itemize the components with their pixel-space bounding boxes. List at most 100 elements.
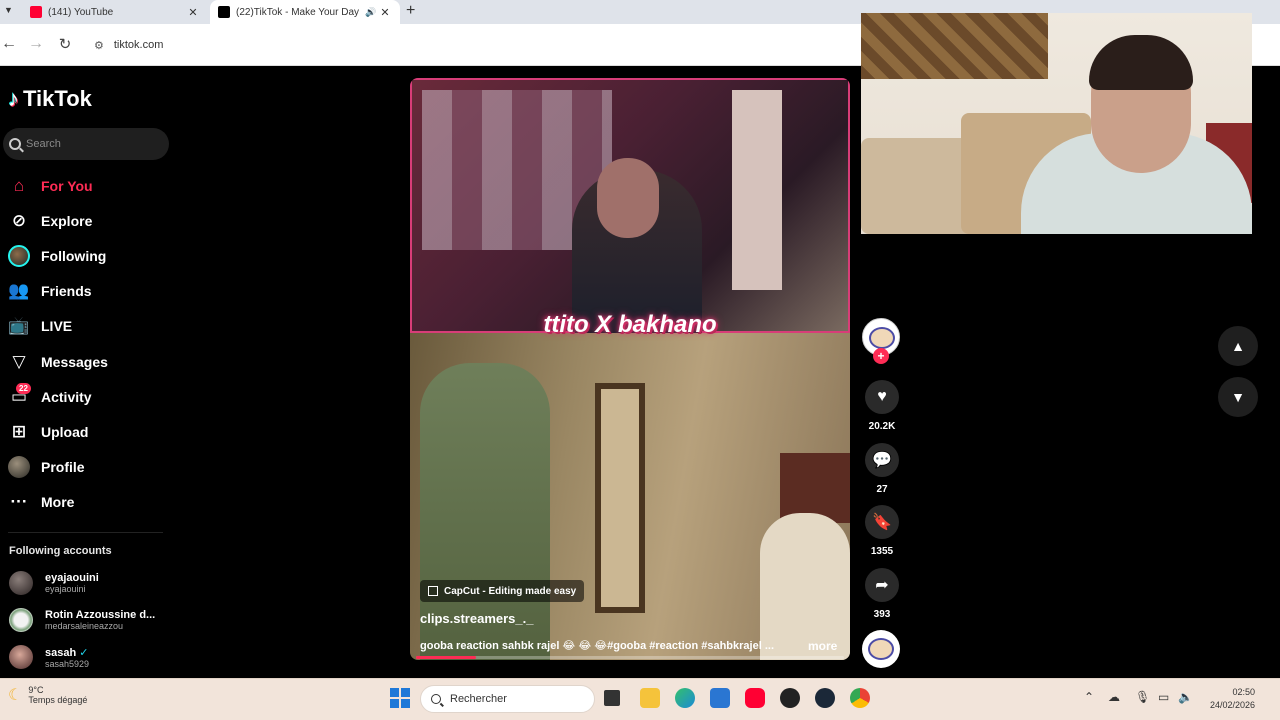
account-item[interactable]: Rotin Azzoussine d... medarsaleineazzou [9, 608, 179, 632]
avatar [9, 571, 33, 595]
save-button[interactable]: 🔖 1355 [862, 505, 902, 557]
app-icon[interactable] [780, 688, 800, 708]
profile-avatar-icon [8, 456, 30, 479]
tab-search-icon[interactable]: ▼ [4, 5, 13, 15]
account-name: eyajaouini [45, 572, 99, 584]
webcam-overlay [861, 13, 1252, 234]
clock[interactable]: 02:50 24/02/2026 [1200, 686, 1255, 712]
capcut-label[interactable]: CapCut - Editing made easy [420, 580, 585, 602]
back-arrow-icon[interactable]: ← [0, 35, 18, 53]
activity-icon: ▭ 22 [8, 382, 31, 408]
nav-label: Explore [41, 212, 93, 229]
tiktok-note-icon: ♪ [8, 86, 19, 111]
account-item[interactable]: sasah ✓ sasah5929 [9, 645, 179, 669]
share-button[interactable]: ➦ 393 [862, 568, 902, 620]
nav-for-you[interactable]: ⌂ For You [8, 168, 178, 203]
site-settings-icon[interactable]: ⚙ [94, 39, 104, 52]
tiktok-sidebar: ♪ TikTok ⌂ For You ⊘ Explore Following 👥… [0, 66, 180, 678]
nav-upload[interactable]: ⊞ Upload [8, 414, 178, 449]
video-username[interactable]: clips.streamers_._ [420, 611, 533, 626]
nav-friends[interactable]: 👥 Friends [8, 274, 178, 309]
nav-label: Activity [41, 388, 92, 405]
store-icon[interactable] [710, 688, 730, 708]
network-icon[interactable]: ▭ [1158, 690, 1169, 704]
nav-label: Messages [41, 353, 108, 370]
tab-tiktok[interactable]: (22)TikTok - Make Your Day 🔊 ✕ [210, 0, 400, 24]
file-explorer-icon[interactable] [640, 688, 660, 708]
steam-icon[interactable] [815, 688, 835, 708]
tiktok-logo[interactable]: ♪ TikTok [8, 86, 92, 112]
following-accounts-title: Following accounts [9, 545, 112, 557]
follow-plus-icon[interactable]: + [873, 348, 889, 364]
nav-profile[interactable]: Profile [8, 450, 178, 485]
new-tab-button[interactable]: + [406, 2, 415, 20]
friends-icon: 👥 [8, 281, 30, 301]
search-icon [9, 138, 21, 150]
avatar [9, 608, 33, 632]
edge-icon[interactable] [675, 688, 695, 708]
account-item[interactable]: eyajaouini eyajaouini [9, 571, 179, 595]
video-progress-bar[interactable] [416, 656, 844, 659]
nav-live[interactable]: 📺 LIVE [8, 309, 178, 344]
start-button[interactable] [390, 688, 410, 708]
tiktok-icon [218, 6, 230, 18]
weather-widget[interactable]: ☾ 9°C Temps dégagé [8, 685, 87, 705]
comment-count: 27 [876, 484, 888, 495]
next-video-button[interactable]: ▼ [1218, 377, 1258, 417]
nav-more[interactable]: ··· More [8, 485, 178, 520]
nav-label: Friends [41, 283, 92, 300]
volume-icon[interactable]: 🔈 [1178, 690, 1193, 704]
previous-video-button[interactable]: ▲ [1218, 326, 1258, 366]
screen: ▼ (141) YouTube ✕ (22)TikTok - Make Your… [0, 0, 1280, 720]
heart-icon: ♥ [865, 380, 899, 414]
forward-arrow-icon[interactable]: → [27, 35, 45, 53]
search-icon [431, 694, 441, 704]
moon-icon: ☾ [8, 687, 23, 704]
nav-label: For You [41, 177, 93, 194]
nav-activity[interactable]: ▭ 22 Activity [8, 379, 178, 414]
more-button[interactable]: more [808, 639, 837, 653]
search-box[interactable] [3, 128, 169, 160]
search-input[interactable] [26, 138, 156, 150]
clock-date: 24/02/2026 [1209, 700, 1255, 710]
nav-messages[interactable]: ▽ Messages [8, 344, 178, 379]
like-button[interactable]: ♥ 20.2K [862, 380, 902, 432]
video-progress-fill [416, 656, 476, 659]
main-nav: ⌂ For You ⊘ Explore Following 👥 Friends … [8, 168, 178, 520]
close-icon[interactable]: ✕ [378, 6, 392, 19]
nav-label: Following [41, 247, 107, 264]
address-bar[interactable]: ⚙ tiktok.com [88, 32, 848, 58]
tab-title: (141) YouTube [48, 6, 114, 18]
nav-label: Upload [41, 423, 89, 440]
compass-icon: ⊘ [11, 210, 27, 230]
share-icon: ➦ [865, 568, 899, 602]
avatar [9, 645, 33, 669]
chevron-down-icon: ▼ [1231, 389, 1245, 405]
chrome-icon[interactable] [850, 688, 870, 708]
reload-icon[interactable]: ↻ [56, 35, 74, 53]
like-count: 20.2K [868, 421, 896, 432]
tab-title: (22)TikTok - Make Your Day [236, 6, 360, 18]
nav-following[interactable]: Following [8, 238, 178, 273]
clock-time: 02:50 [1232, 687, 1255, 697]
more-icon: ··· [10, 492, 28, 512]
url-text: tiktok.com [113, 39, 164, 51]
video-player[interactable]: ttito X bakhano CapCut - Editing made ea… [410, 78, 850, 660]
task-view-icon[interactable] [604, 690, 620, 706]
account-name: sasah ✓ [45, 646, 89, 659]
comment-button[interactable]: 💬 27 [862, 443, 902, 495]
youtube-app-icon[interactable] [745, 688, 765, 708]
nav-explore[interactable]: ⊘ Explore [8, 203, 178, 238]
chevron-up-icon[interactable]: ⌃ [1084, 690, 1094, 704]
taskbar-search[interactable]: Rechercher [420, 685, 595, 713]
onedrive-icon[interactable]: ☁ [1108, 690, 1120, 704]
tab-youtube[interactable]: (141) YouTube ✕ [22, 0, 208, 24]
following-avatar-icon [8, 244, 30, 267]
microphone-icon[interactable]: 🎙 [1135, 690, 1150, 704]
close-icon[interactable]: ✕ [186, 6, 200, 19]
nav-label: More [41, 494, 75, 511]
sound-avatar[interactable] [862, 630, 900, 668]
taskbar-search-label: Rechercher [450, 693, 507, 705]
activity-badge: 22 [16, 382, 31, 394]
speaker-icon[interactable]: 🔊 [364, 7, 378, 18]
